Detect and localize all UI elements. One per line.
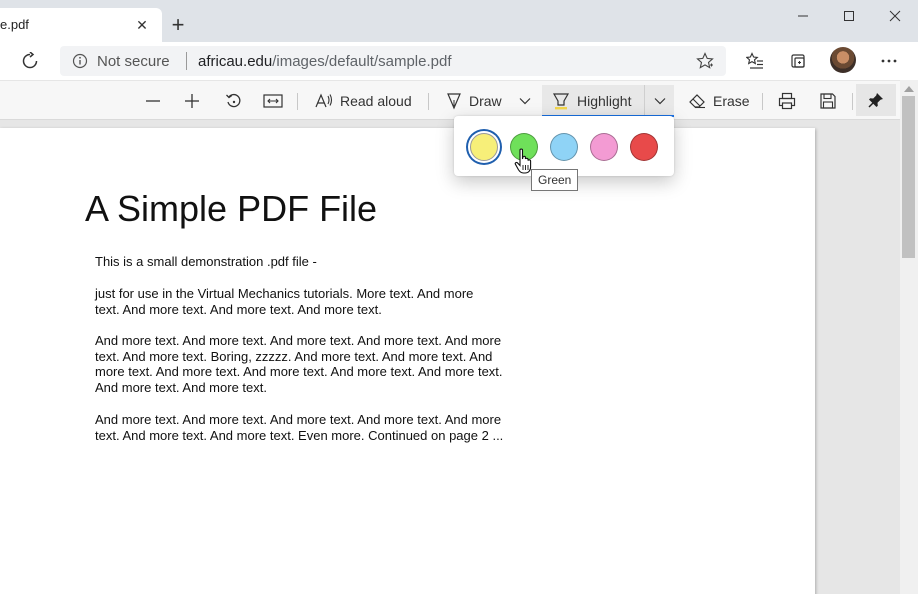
color-swatch-yellow[interactable] [470,133,498,161]
erase-label: Erase [713,93,750,109]
security-status[interactable]: Not secure [97,53,170,70]
collections-button[interactable] [785,49,811,73]
text-line: And more text. And more text. And more t… [95,333,502,348]
print-button[interactable] [777,81,797,121]
draw-label: Draw [469,93,502,109]
pdf-viewer: A Simple PDF File This is a small demons… [0,120,900,594]
color-tooltip: Green [531,169,579,191]
pin-icon [868,93,883,108]
address-bar[interactable]: Not secure africau.edu/images/default/sa… [60,46,726,76]
toolbar-divider [428,93,429,110]
highlight-color-picker [454,116,674,176]
draw-button[interactable]: Draw [446,81,502,121]
tab-title: e.pdf [0,17,29,32]
new-tab-button[interactable]: + [166,12,190,37]
minimize-button[interactable] [780,0,826,32]
pdf-toolbar: Read aloud Draw Highlight Erase [0,80,918,120]
fit-page-button[interactable] [262,81,284,121]
color-swatch-light-blue[interactable] [550,133,578,161]
read-aloud-button[interactable]: Read aloud [315,81,412,121]
highlight-label: Highlight [577,93,632,109]
profile-avatar[interactable] [830,47,856,73]
vertical-scrollbar[interactable] [900,80,918,594]
address-bar-row: Not secure africau.edu/images/default/sa… [0,42,918,80]
tab-active[interactable]: e.pdf ✕ [0,8,162,42]
toolbar-divider [852,93,853,110]
paragraph-2: just for use in the Virtual Mechanics tu… [95,286,473,317]
save-icon [820,93,836,109]
tab-close-button[interactable]: ✕ [132,15,152,35]
highlight-color-dropdown[interactable] [652,81,668,121]
text-line: And more text. And more text. And more t… [95,412,502,427]
zoom-out-icon [146,100,160,102]
close-window-button[interactable] [872,0,918,32]
hand-cursor-icon [514,148,532,174]
text-line: This is a small demonstration .pdf file … [95,254,317,269]
highlight-button[interactable]: Highlight [552,81,631,121]
paragraph-4: And more text. And more text. And more t… [95,412,503,443]
color-swatch-red[interactable] [630,133,658,161]
url-text[interactable]: africau.edu/images/default/sample.pdf [198,53,452,70]
document-title: A Simple PDF File [85,188,378,229]
erase-icon [689,94,705,109]
minimize-icon [798,15,808,17]
refresh-icon [22,52,38,69]
draw-icon [447,93,461,110]
read-aloud-label: Read aloud [340,93,412,109]
zoom-out-button[interactable] [144,81,162,121]
chevron-down-icon [519,98,531,105]
refresh-button[interactable] [18,49,42,73]
maximize-button[interactable] [826,0,872,32]
scroll-up-arrow-icon[interactable] [904,86,914,92]
text-line: just for use in the Virtual Mechanics tu… [95,286,474,301]
zoom-in-icon [185,94,199,108]
pdf-page[interactable]: A Simple PDF File This is a small demons… [0,128,815,594]
settings-more-button[interactable] [876,49,902,73]
highlight-icon [552,93,570,110]
url-host: africau.edu [198,53,273,70]
text-line: more text. And more text. And more text.… [95,364,503,379]
zoom-in-button[interactable] [183,81,201,121]
favorites-icon [746,52,763,69]
text-line: And more text. And more text. [95,379,267,395]
erase-button[interactable]: Erase [688,81,750,121]
url-separator [186,52,187,70]
close-icon [889,10,901,22]
rotate-icon [226,93,241,108]
paragraph-1: This is a small demonstration .pdf file … [95,254,317,270]
color-swatch-pink[interactable] [590,133,618,161]
paragraph-3: And more text. And more text. And more t… [95,333,503,395]
toolbar-divider [762,93,763,110]
highlight-split-divider [644,85,645,115]
text-line: text. And more text. Boring, zzzzz. And … [95,348,493,364]
collections-icon [791,54,805,68]
more-icon [881,59,897,63]
read-aloud-icon [315,93,333,108]
favorite-star-icon[interactable] [696,52,714,70]
text-line: text. And more text. And more text. And … [95,301,382,317]
rotate-button[interactable] [224,81,244,121]
info-icon[interactable] [72,53,88,69]
pin-toolbar-button[interactable] [856,84,896,116]
save-button[interactable] [818,81,838,121]
favorites-button[interactable] [742,49,768,73]
url-path: /images/default/sample.pdf [272,53,452,70]
maximize-icon [844,11,854,21]
tab-strip: e.pdf ✕ + [0,0,918,42]
scrollbar-thumb[interactable] [902,96,915,258]
fit-page-icon [263,94,283,108]
toolbar-divider [297,93,298,110]
text-line: text. And more text. And more text. Even… [95,427,504,443]
draw-options-dropdown[interactable] [517,81,533,121]
chevron-down-icon [654,98,666,105]
print-icon [778,92,796,110]
